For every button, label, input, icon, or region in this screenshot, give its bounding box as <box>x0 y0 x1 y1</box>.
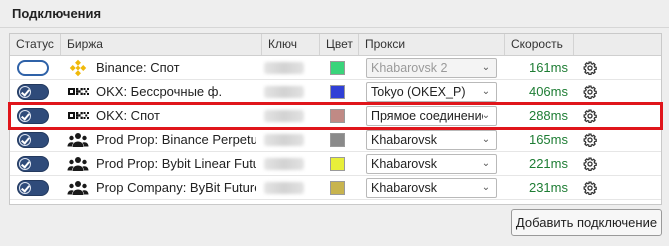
group-icon <box>67 180 89 196</box>
speed-value: 161ms <box>528 60 568 75</box>
speed-value: 288ms <box>528 108 568 123</box>
speed-value: 165ms <box>528 132 568 147</box>
connections-table: Статус Биржа Ключ Цвет Прокси Скорость B… <box>8 33 663 205</box>
chevron-down-icon: ⌄ <box>481 62 491 73</box>
column-header-status[interactable]: Статус <box>10 34 61 55</box>
api-key-masked <box>264 134 304 146</box>
table-row[interactable]: OKX: Спот Прямое соединение ⌄ 288ms <box>8 102 663 130</box>
toggle-knob <box>19 134 31 146</box>
chevron-down-icon: ⌄ <box>481 110 491 121</box>
chevron-down-icon: ⌄ <box>481 182 491 193</box>
api-key-masked <box>264 182 304 194</box>
color-swatch[interactable] <box>330 181 345 195</box>
toggle-knob <box>19 86 31 98</box>
proxy-value: Khabarovsk 2 <box>371 61 448 75</box>
chevron-down-icon: ⌄ <box>481 134 491 145</box>
speed-value: 231ms <box>528 180 568 195</box>
status-toggle[interactable] <box>17 156 49 172</box>
okx-icon <box>67 108 89 124</box>
proxy-select[interactable]: Tokyo (OKEX_P) ⌄ <box>366 82 497 102</box>
api-key-masked <box>264 158 304 170</box>
table-row[interactable]: Prop Company: ByBit Futures Khabarovsk ⌄ 23… <box>10 176 661 200</box>
exchange-name: Prop Company: ByBit Futures <box>96 180 256 195</box>
group-icon <box>67 156 89 172</box>
speed-value: 221ms <box>528 156 568 171</box>
column-header-settings <box>574 34 661 55</box>
api-key-masked <box>264 110 304 122</box>
proxy-select[interactable]: Khabarovsk 2 ⌄ <box>366 58 497 78</box>
proxy-select[interactable]: Khabarovsk ⌄ <box>366 154 497 174</box>
add-connection-button[interactable]: Добавить подключение <box>511 209 662 236</box>
column-header-color[interactable]: Цвет <box>320 34 359 55</box>
api-key-masked <box>264 86 304 98</box>
table-row[interactable]: Binance: Спот Khabarovsk 2 ⌄ 161ms <box>10 56 661 80</box>
panel-title: Подключения <box>12 6 102 21</box>
exchange-name: Binance: Спот <box>96 60 180 75</box>
chevron-down-icon: ⌄ <box>481 158 491 169</box>
proxy-value: Khabarovsk <box>371 133 438 147</box>
color-swatch[interactable] <box>330 157 345 171</box>
gear-icon[interactable] <box>583 133 597 148</box>
status-toggle[interactable] <box>17 108 49 124</box>
proxy-value: Tokyo (OKEX_P) <box>371 85 466 99</box>
proxy-value: Khabarovsk <box>371 157 438 171</box>
color-swatch[interactable] <box>330 61 345 75</box>
status-toggle[interactable] <box>17 180 49 196</box>
status-toggle[interactable] <box>17 60 49 76</box>
column-header-proxy[interactable]: Прокси <box>359 34 505 55</box>
table-row[interactable]: OKX: Бессрочные ф. Tokyo (OKEX_P) ⌄ 406ms <box>10 80 661 104</box>
api-key-masked <box>264 62 304 74</box>
gear-icon[interactable] <box>583 61 597 76</box>
color-swatch[interactable] <box>330 85 345 99</box>
color-swatch[interactable] <box>330 133 345 147</box>
toggle-knob <box>35 63 45 73</box>
proxy-select[interactable]: Прямое соединение ⌄ <box>366 106 497 126</box>
toggle-knob <box>19 158 31 170</box>
toggle-knob <box>19 110 31 122</box>
exchange-name: OKX: Бессрочные ф. <box>96 84 223 99</box>
column-header-key[interactable]: Ключ <box>262 34 320 55</box>
table-row[interactable]: Prod Prop: Bybit Linear Futures Khabarovs… <box>10 152 661 176</box>
color-swatch[interactable] <box>330 109 345 123</box>
proxy-value: Прямое соединение <box>371 109 483 123</box>
exchange-name: Prod Prop: Bybit Linear Futures <box>96 156 256 171</box>
proxy-value: Khabarovsk <box>371 181 438 195</box>
proxy-select[interactable]: Khabarovsk ⌄ <box>366 178 497 198</box>
table-header: Статус Биржа Ключ Цвет Прокси Скорость <box>10 34 661 56</box>
okx-icon <box>67 84 89 100</box>
column-header-speed[interactable]: Скорость <box>505 34 574 55</box>
table-row[interactable]: Prod Prop: Binance Perpetual Khabarovsk ⌄ 1… <box>10 128 661 152</box>
title-divider <box>0 27 669 28</box>
speed-value: 406ms <box>528 84 568 99</box>
gear-icon[interactable] <box>583 109 597 124</box>
status-toggle[interactable] <box>17 132 49 148</box>
toggle-knob <box>19 182 31 194</box>
status-toggle[interactable] <box>17 84 49 100</box>
binance-icon <box>67 59 89 77</box>
gear-icon[interactable] <box>583 85 597 100</box>
group-icon <box>67 132 89 148</box>
column-header-exchange[interactable]: Биржа <box>61 34 262 55</box>
gear-icon[interactable] <box>583 181 597 196</box>
chevron-down-icon: ⌄ <box>481 86 491 97</box>
exchange-name: Prod Prop: Binance Perpetual <box>96 132 256 147</box>
proxy-select[interactable]: Khabarovsk ⌄ <box>366 130 497 150</box>
gear-icon[interactable] <box>583 157 597 172</box>
exchange-name: OKX: Спот <box>96 108 161 123</box>
